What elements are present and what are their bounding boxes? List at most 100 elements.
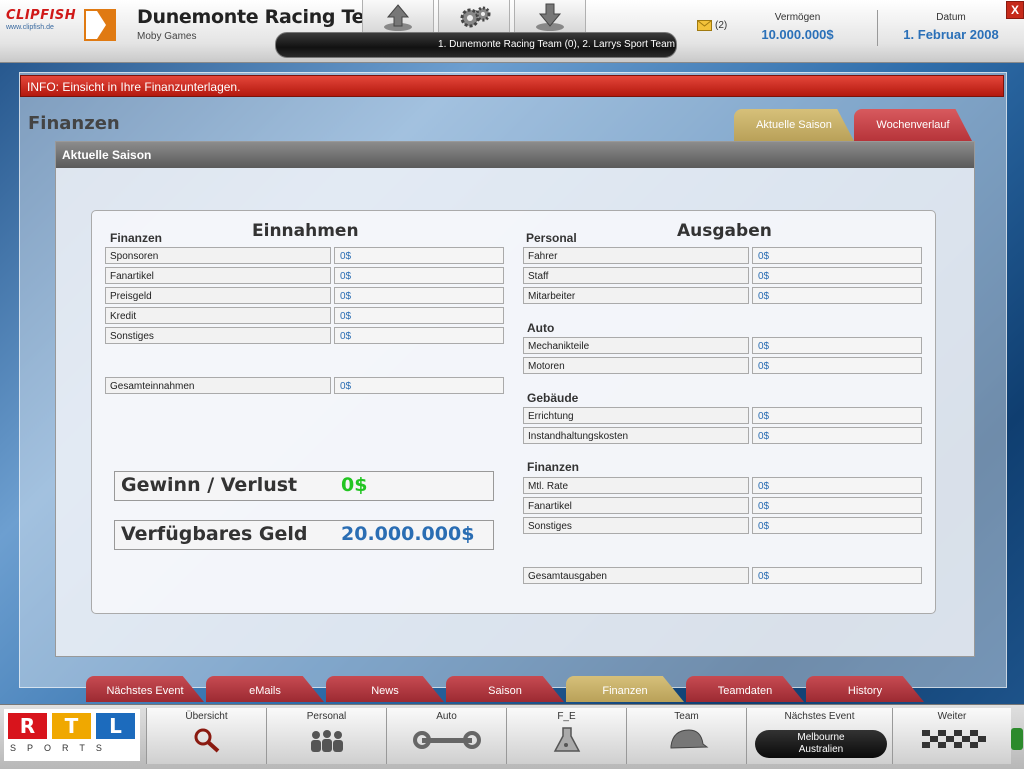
season-panel: Aktuelle Saison Einnahmen Finanzen Spons… (55, 141, 975, 657)
tab-next-event[interactable]: Nächstes Event (86, 676, 204, 702)
upload-icon (384, 4, 412, 31)
income-title: Einnahmen (252, 221, 359, 241)
expense-row-label: Motoren (523, 357, 749, 374)
tab-weekly-history[interactable]: Wochenverlauf (854, 109, 972, 141)
expense-row-label: Instandhaltungskosten (523, 427, 749, 444)
finance-window: INFO: Einsicht in Ihre Finanzunterlagen.… (19, 72, 1007, 688)
clipfish-logo: CLIPFISH www.clipfish.de (6, 8, 77, 31)
income-row-label: Preisgeld (105, 287, 331, 304)
expense-row-label: Mechanikteile (523, 337, 749, 354)
checkered-flag-icon (922, 730, 986, 748)
income-total-value: 0$ (334, 377, 504, 394)
header-divider (877, 10, 878, 46)
income-row-value: 0$ (334, 247, 504, 264)
profit-box: Gewinn / Verlust 0$ (114, 471, 494, 501)
expense-row-value: 0$ (752, 497, 922, 514)
expense-total-label: Gesamtausgaben (523, 567, 749, 584)
income-row-label: Kredit (105, 307, 331, 324)
settings-button[interactable] (438, 0, 510, 35)
income-row-label: Sponsoren (105, 247, 331, 264)
wealth-value: 10.000.000$ (761, 27, 834, 42)
expense-row-value: 0$ (752, 477, 922, 494)
expense-row-value: 0$ (752, 287, 922, 304)
income-row-value: 0$ (334, 307, 504, 324)
tab-emails[interactable]: eMails (206, 676, 324, 702)
people-icon (310, 730, 343, 752)
nav-continue[interactable]: Weiter (892, 708, 1011, 764)
tab-news[interactable]: News (326, 676, 444, 702)
income-row-label: Fanartikel (105, 267, 331, 284)
available-money-value: 20.000.000$ (341, 523, 475, 545)
expense-group-title: Auto (527, 321, 555, 335)
gears-icon (460, 6, 491, 28)
expense-group-title: Personal (526, 231, 577, 245)
company-name: Moby Games (137, 31, 197, 42)
income-row-value: 0$ (334, 327, 504, 344)
available-money-box: Verfügbares Geld 20.000.000$ (114, 520, 494, 550)
expense-row-value: 0$ (752, 407, 922, 424)
income-row-label: Sonstiges (105, 327, 331, 344)
income-row-value: 0$ (334, 287, 504, 304)
top-bar: CLIPFISH www.clipfish.de Dunemonte Racin… (0, 0, 1024, 63)
team-name: Dunemonte Racing Team (137, 6, 397, 28)
profit-label: Gewinn / Verlust (121, 474, 298, 496)
clipfish-url: www.clipfish.de (6, 24, 54, 31)
available-money-label: Verfügbares Geld (121, 523, 308, 545)
info-bar: INFO: Einsicht in Ihre Finanzunterlagen. (20, 75, 1004, 97)
ticker-text: 1. Dunemonte Racing Team (0), 2. Larrys … (438, 39, 675, 50)
magnifier-icon (194, 728, 219, 753)
expense-row-value: 0$ (752, 247, 922, 264)
expense-row-value: 0$ (752, 267, 922, 284)
expense-row-label: Staff (523, 267, 749, 284)
income-total-label: Gesamteinnahmen (105, 377, 331, 394)
upload-button[interactable] (362, 0, 434, 35)
download-button[interactable] (514, 0, 586, 35)
expense-total-value: 0$ (752, 567, 922, 584)
expense-row-label: Sonstiges (523, 517, 749, 534)
tab-history[interactable]: History (806, 676, 924, 702)
close-button[interactable]: X (1006, 1, 1024, 19)
nav-research[interactable]: F_E (506, 708, 626, 764)
expense-row-value: 0$ (752, 427, 922, 444)
cap-icon (670, 729, 708, 749)
game-logo (84, 9, 116, 41)
expense-row-label: Fanartikel (523, 497, 749, 514)
tab-current-season[interactable]: Aktuelle Saison (734, 109, 854, 141)
date-value: 1. Februar 2008 (903, 27, 999, 42)
flask-icon (553, 727, 580, 752)
nav-overview[interactable]: Übersicht (146, 708, 266, 764)
mail-indicator[interactable]: (2) (697, 20, 727, 31)
event-city: Melbourne (797, 732, 845, 743)
nav-team[interactable]: Team (626, 708, 746, 764)
date-label: Datum (936, 12, 966, 23)
panel-title: Aktuelle Saison (56, 142, 974, 168)
envelope-icon (697, 20, 712, 31)
expense-row-label: Mitarbeiter (523, 287, 749, 304)
sub-navigation: Nächstes Event eMails News Saison Finanz… (0, 676, 1024, 704)
expense-row-label: Mtl. Rate (523, 477, 749, 494)
expense-row-label: Fahrer (523, 247, 749, 264)
expense-row-value: 0$ (752, 517, 922, 534)
status-light (1011, 728, 1023, 750)
section-title: Finanzen (28, 113, 120, 134)
profit-value: 0$ (341, 474, 368, 496)
wealth-label: Vermögen (774, 12, 821, 23)
expense-row-value: 0$ (752, 337, 922, 354)
nav-car[interactable]: Auto (386, 708, 506, 764)
next-event-location: Melbourne Australien (755, 730, 887, 758)
nav-personnel[interactable]: Personal (266, 708, 386, 764)
income-group-title: Finanzen (110, 231, 163, 245)
rtl-sports-logo: R T L SPORTS (4, 709, 140, 761)
tab-team-data[interactable]: Teamdaten (686, 676, 804, 702)
expense-group-title: Finanzen (527, 460, 580, 474)
standings-ticker: 1. Dunemonte Racing Team (0), 2. Larrys … (275, 32, 677, 58)
wrench-icon (412, 731, 481, 749)
nav-next-event[interactable]: Nächstes Event Melbourne Australien (746, 708, 892, 764)
expenses-title: Ausgaben (677, 221, 772, 241)
finance-sheet: Einnahmen Finanzen Sponsoren 0$ Fanartik… (91, 210, 936, 614)
income-row-value: 0$ (334, 267, 504, 284)
tab-season[interactable]: Saison (446, 676, 564, 702)
expense-row-label: Errichtung (523, 407, 749, 424)
expense-group-title: Gebäude (527, 391, 579, 405)
tab-finances[interactable]: Finanzen (566, 676, 684, 702)
